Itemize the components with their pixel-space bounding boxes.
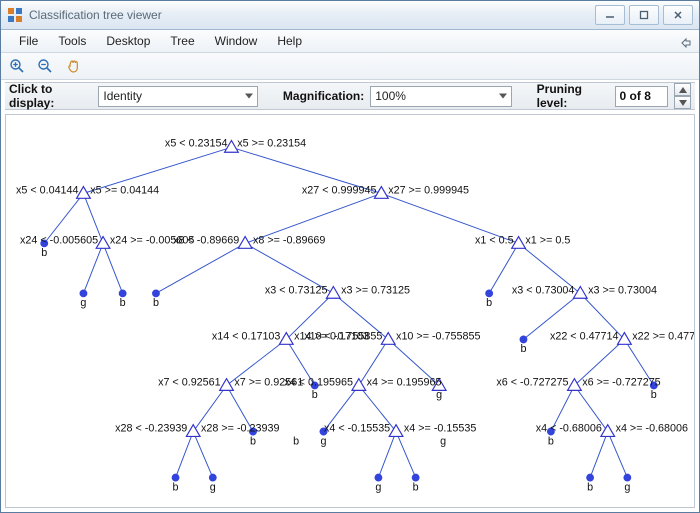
edge-n6-right: x3 >= 0.73004 xyxy=(588,284,657,296)
edge-n15-left: x4 < -0.15535 xyxy=(324,423,390,435)
click-to-display-value: Identity xyxy=(103,89,142,103)
leaf-L20: g xyxy=(436,389,442,401)
leaf-L2: g xyxy=(80,297,86,309)
pan-icon[interactable] xyxy=(63,56,83,76)
leaf-L11: g xyxy=(440,435,446,447)
pruning-readout: 0 of 8 xyxy=(615,86,668,107)
leaf-L17: b xyxy=(587,481,593,493)
leaf-L3: b xyxy=(120,297,126,309)
leaf-L15: g xyxy=(375,481,381,493)
dock-icon[interactable] xyxy=(679,34,699,48)
leaf-L10: g xyxy=(321,435,327,447)
edge-root-left: x5 < 0.23154 xyxy=(165,137,228,149)
edge-n2-right: x27 >= 0.999945 xyxy=(388,184,469,196)
click-to-display-select[interactable]: Identity xyxy=(98,86,258,107)
tree-svg: x5 < 0.23154 x5 >= 0.23154 x5 < 0.04144 … xyxy=(6,115,694,507)
edge-n7-right: x3 >= 0.73125 xyxy=(341,284,410,296)
menu-help[interactable]: Help xyxy=(267,31,312,51)
leaf-L12: b xyxy=(548,435,554,447)
edge-n12-left: x4 < 0.195965 xyxy=(284,376,353,388)
edge-n15-right: x4 >= -0.15535 xyxy=(404,423,476,435)
leaf-L4: b xyxy=(153,297,159,309)
edge-n4-right: x8 >= -0.89669 xyxy=(253,234,325,246)
edge-n7-left: x3 < 0.73125 xyxy=(265,284,328,296)
edge-n10-right: x22 >= 0.47714 xyxy=(632,330,694,342)
window-controls xyxy=(595,5,693,25)
app-logo-icon xyxy=(7,7,23,23)
zoom-out-icon[interactable] xyxy=(35,56,55,76)
toolbar xyxy=(1,53,699,80)
pruning-down-button[interactable] xyxy=(674,96,691,109)
edge-n8-left: x14 < 0.17103 xyxy=(212,330,281,342)
edge-n2-left: x27 < 0.999945 xyxy=(302,184,377,196)
magnification-label: Magnification: xyxy=(283,89,364,103)
edge-n5-left: x1 < 0.5 xyxy=(475,234,514,246)
control-bar: Click to display: Identity Magnification… xyxy=(5,82,695,110)
pruning-up-button[interactable] xyxy=(674,83,691,96)
edge-n10-left: x22 < 0.47714 xyxy=(550,330,619,342)
minimize-button[interactable] xyxy=(595,5,625,25)
menu-tools[interactable]: Tools xyxy=(48,31,96,51)
menu-desktop[interactable]: Desktop xyxy=(96,31,160,51)
pruning-value: 0 of 8 xyxy=(620,89,651,103)
menu-tree[interactable]: Tree xyxy=(160,31,204,51)
edge-n3-left: x24 < -0.005605 xyxy=(20,234,98,246)
magnification-select[interactable]: 100% xyxy=(370,86,512,107)
tree-canvas[interactable]: x5 < 0.23154 x5 >= 0.23154 x5 < 0.04144 … xyxy=(5,114,695,508)
leaf-L19: b xyxy=(293,435,299,447)
pruning-spinner xyxy=(674,83,691,109)
click-to-display-label: Click to display: xyxy=(9,82,92,110)
menubar: File Tools Desktop Tree Window Help xyxy=(1,30,699,53)
leaf-L7: b xyxy=(312,389,318,401)
edge-n9-right: x10 >= -0.755855 xyxy=(396,330,480,342)
tree-leaf-nodes xyxy=(41,240,657,481)
menu-window[interactable]: Window xyxy=(205,31,268,51)
leaf-L18: g xyxy=(624,481,630,493)
window-title: Classification tree viewer xyxy=(29,8,162,22)
leaf-L13: b xyxy=(173,481,179,493)
edge-n4-left: x8 < -0.89669 xyxy=(173,234,239,246)
edge-n5-right: x1 >= 0.5 xyxy=(525,234,570,246)
edge-n9-left: x10 < -0.755855 xyxy=(304,330,382,342)
leaf-L5: b xyxy=(486,297,492,309)
edge-n13-right: x6 >= -0.727275 xyxy=(582,376,660,388)
leaf-L14: g xyxy=(210,481,216,493)
leaf-L6: b xyxy=(520,343,526,355)
pruning-label: Pruning level: xyxy=(537,82,609,110)
edge-n13-left: x6 < -0.727275 xyxy=(496,376,568,388)
app-window: Classification tree viewer File Tools De… xyxy=(0,0,700,513)
zoom-in-icon[interactable] xyxy=(7,56,27,76)
edge-n1-left: x5 < 0.04144 xyxy=(16,184,79,196)
edge-n14-left: x28 < -0.23939 xyxy=(115,423,187,435)
leaf-L1: b xyxy=(41,247,47,259)
leaf-L16: b xyxy=(413,481,419,493)
edge-n16-left: x4 < -0.68006 xyxy=(536,423,602,435)
edge-n14-right: x28 >= -0.23939 xyxy=(201,423,279,435)
titlebar: Classification tree viewer xyxy=(1,1,699,30)
edge-n12-right: x4 >= 0.195965 xyxy=(367,376,442,388)
leaf-L9: b xyxy=(250,435,256,447)
magnification-value: 100% xyxy=(375,89,406,103)
edge-n11-left: x7 < 0.92561 xyxy=(158,376,221,388)
maximize-button[interactable] xyxy=(629,5,659,25)
leaf-L8: b xyxy=(651,389,657,401)
edge-n6-left: x3 < 0.73004 xyxy=(512,284,575,296)
menu-file[interactable]: File xyxy=(9,31,48,51)
edge-root-right: x5 >= 0.23154 xyxy=(237,137,306,149)
edge-n1-right: x5 >= 0.04144 xyxy=(90,184,159,196)
edge-n16-right: x4 >= -0.68006 xyxy=(616,423,688,435)
close-button[interactable] xyxy=(663,5,693,25)
